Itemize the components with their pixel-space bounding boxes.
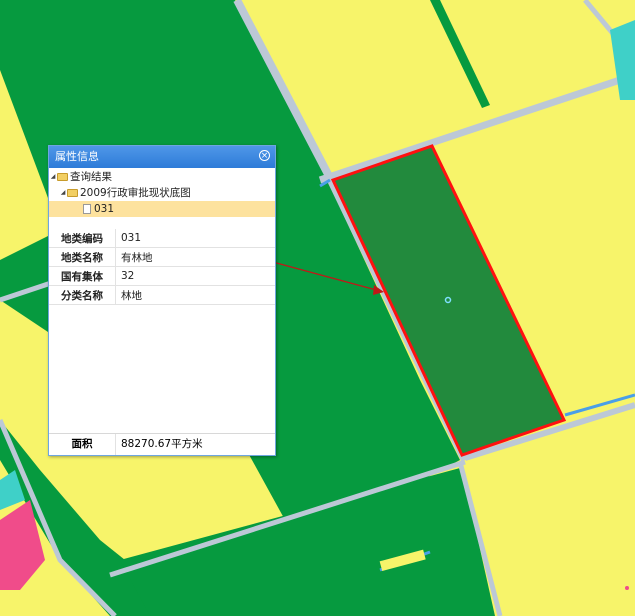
result-tree: ◢ 查询结果 ◢ 2009行政审批现状底图 031 <box>49 168 275 217</box>
panel-title: 属性信息 <box>55 150 99 163</box>
close-icon[interactable]: × <box>259 150 270 161</box>
attribute-value: 031 <box>115 229 275 248</box>
tree-node-root-label: 查询结果 <box>70 171 112 183</box>
attribute-table: 地类编码 031 地类名称 有林地 国有集体 32 分类名称 林地 <box>49 229 275 305</box>
table-row: 国有集体 32 <box>49 266 275 286</box>
collapse-arrow-icon[interactable]: ◢ <box>49 169 57 185</box>
folder-icon <box>57 173 68 181</box>
tree-node-feature[interactable]: 031 <box>49 201 275 217</box>
area-row: 面积 88270.67平方米 <box>49 433 275 455</box>
collapse-arrow-icon[interactable]: ◢ <box>59 185 67 201</box>
folder-icon <box>67 189 78 197</box>
tree-node-root[interactable]: ◢ 查询结果 <box>49 169 275 185</box>
attribute-value: 32 <box>115 266 275 286</box>
attribute-value: 有林地 <box>115 247 275 267</box>
attribute-key: 地类编码 <box>49 229 116 248</box>
area-key: 面积 <box>49 434 116 455</box>
table-row: 地类名称 有林地 <box>49 247 275 267</box>
tree-node-feature-label: 031 <box>94 203 115 215</box>
table-row: 地类编码 031 <box>49 229 275 248</box>
tree-node-layer[interactable]: ◢ 2009行政审批现状底图 <box>49 185 275 201</box>
attribute-key: 国有集体 <box>49 266 116 286</box>
area-value: 88270.67平方米 <box>121 438 203 450</box>
map-dot <box>625 586 629 590</box>
attribute-value: 林地 <box>115 285 275 305</box>
panel-header: 属性信息 × <box>49 146 275 168</box>
attribute-key: 分类名称 <box>49 285 116 305</box>
table-row: 分类名称 林地 <box>49 285 275 305</box>
tree-node-layer-label: 2009行政审批现状底图 <box>80 187 191 199</box>
attribute-info-panel: 属性信息 × ◢ 查询结果 ◢ 2009行政审批现状底图 031 地类编码 03… <box>48 145 276 456</box>
file-icon <box>83 204 91 214</box>
attribute-key: 地类名称 <box>49 247 116 267</box>
